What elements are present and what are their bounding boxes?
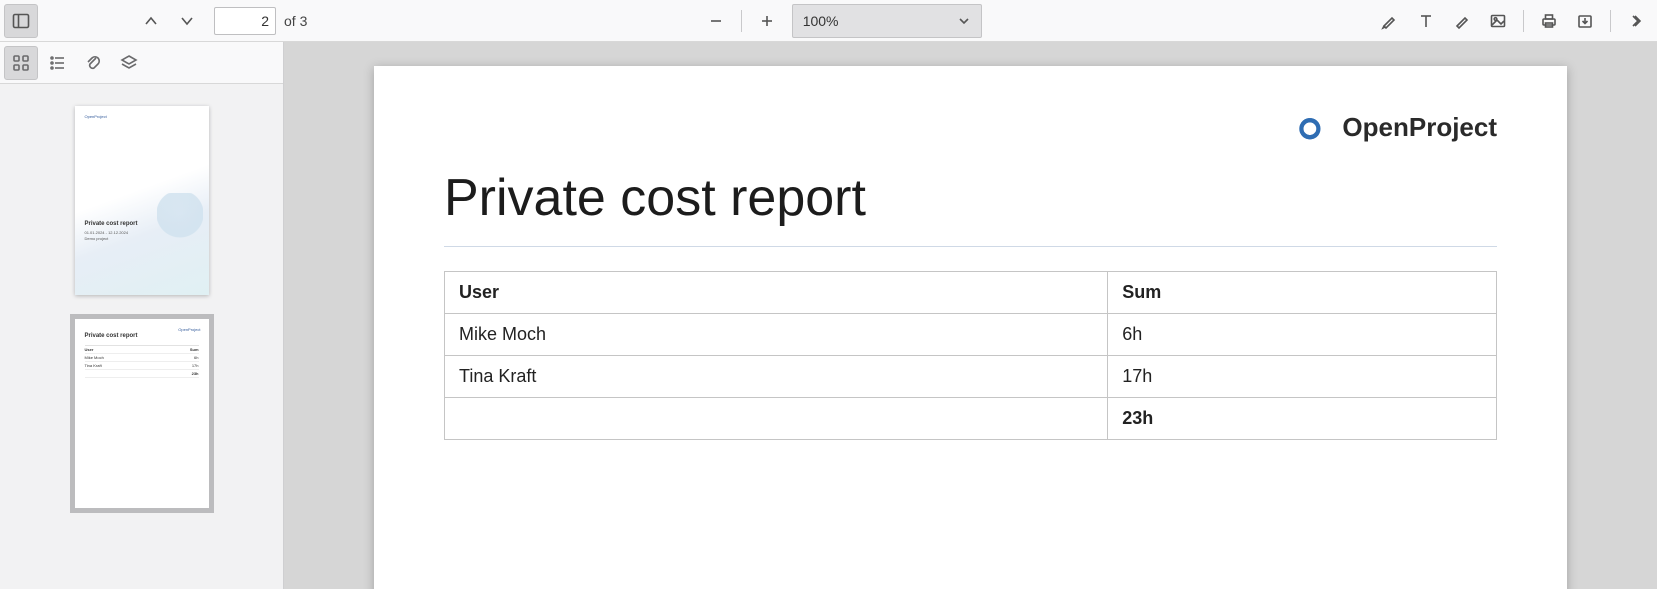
table-row: Tina Kraft 17h	[445, 356, 1497, 398]
next-page-button[interactable]	[170, 4, 204, 38]
col-sum: Sum	[1108, 272, 1497, 314]
cell-total: 23h	[1108, 398, 1497, 440]
zoom-select[interactable]: 100%	[792, 4, 982, 38]
brand-logo: OpenProject	[1298, 110, 1497, 144]
prev-page-button[interactable]	[134, 4, 168, 38]
page-number-input[interactable]	[214, 7, 276, 35]
cell-sum: 17h	[1108, 356, 1497, 398]
cell-total-spacer	[445, 398, 1108, 440]
brand-mini: OpenProject	[178, 327, 200, 332]
cell-user: Tina Kraft	[445, 356, 1108, 398]
cover-sub1: 01.01.2024 - 12.12.2024	[85, 230, 129, 235]
document-viewport[interactable]: OpenProject Private cost report User Sum…	[284, 42, 1657, 589]
draw-tool-button[interactable]	[1445, 4, 1479, 38]
outline-tab[interactable]	[40, 46, 74, 80]
thumbnail-page-2[interactable]: OpenProject Private cost report UserSum …	[75, 319, 209, 508]
pdf-page: OpenProject Private cost report User Sum…	[374, 66, 1567, 589]
thumbnails-tab[interactable]	[4, 46, 38, 80]
openproject-icon	[1298, 110, 1332, 144]
separator	[1523, 10, 1524, 32]
col-user: User	[445, 272, 1108, 314]
table-row: Mike Moch 6h	[445, 314, 1497, 356]
table-header-row: User Sum	[445, 272, 1497, 314]
brand-text: OpenProject	[1342, 112, 1497, 143]
toggle-sidebar-button[interactable]	[4, 4, 38, 38]
cell-user: Mike Moch	[445, 314, 1108, 356]
separator	[741, 10, 742, 32]
download-button[interactable]	[1568, 4, 1602, 38]
page-title: Private cost report	[444, 168, 1497, 247]
layers-tab[interactable]	[112, 46, 146, 80]
thumbnail-list: OpenProject Private cost report 01.01.20…	[0, 84, 283, 589]
image-tool-button[interactable]	[1481, 4, 1515, 38]
more-tools-button[interactable]	[1619, 4, 1653, 38]
cover-title: Private cost report	[85, 221, 138, 227]
cover-sub2: Demo project	[85, 236, 109, 241]
cell-sum: 6h	[1108, 314, 1497, 356]
text-tool-button[interactable]	[1409, 4, 1443, 38]
print-button[interactable]	[1532, 4, 1566, 38]
attachments-tab[interactable]	[76, 46, 110, 80]
separator	[1610, 10, 1611, 32]
zoom-in-button[interactable]	[750, 4, 784, 38]
chevron-down-icon	[957, 14, 971, 28]
thumb-title: Private cost report	[85, 333, 199, 339]
cover-graphic	[157, 193, 203, 245]
thumbnail-page-1[interactable]: OpenProject Private cost report 01.01.20…	[75, 106, 209, 295]
pdf-toolbar: of 3 100%	[0, 0, 1657, 42]
sidebar: OpenProject Private cost report 01.01.20…	[0, 42, 284, 589]
zoom-value: 100%	[803, 13, 839, 29]
highlight-tool-button[interactable]	[1373, 4, 1407, 38]
table-total-row: 23h	[445, 398, 1497, 440]
zoom-out-button[interactable]	[699, 4, 733, 38]
sidebar-tabs	[0, 42, 283, 84]
cost-report-table: User Sum Mike Moch 6h Tina Kraft 17h	[444, 271, 1497, 440]
page-total-label: of 3	[284, 13, 307, 29]
brand-mini: OpenProject	[85, 114, 199, 119]
